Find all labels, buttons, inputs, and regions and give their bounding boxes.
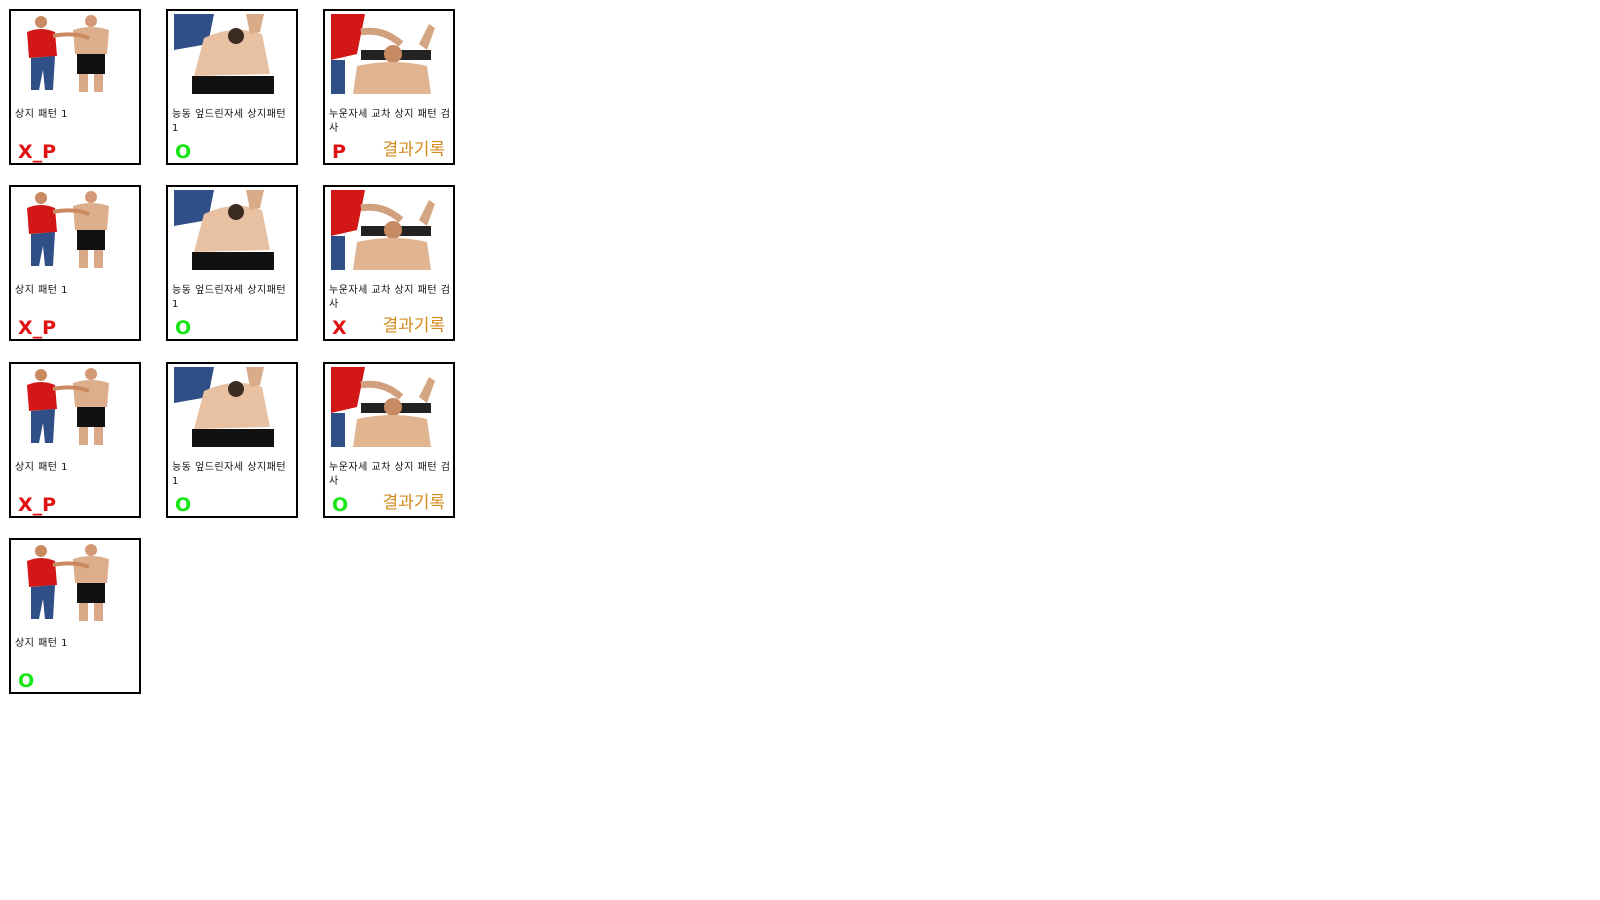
exercise-photo bbox=[17, 543, 135, 623]
exercise-photo bbox=[331, 14, 449, 94]
test-card[interactable]: 능동 엎드린자세 상지패턴 1 O bbox=[166, 9, 298, 165]
test-title: 상지 패턴 1 bbox=[15, 285, 69, 296]
test-card[interactable]: 누운자세 교차 상지 패턴 검사 O 결과기록 bbox=[323, 362, 455, 518]
result-mark: X_P bbox=[18, 141, 57, 163]
test-title: 능동 엎드린자세 상지패턴 1 bbox=[172, 285, 287, 310]
record-result-link[interactable]: 결과기록 bbox=[382, 492, 445, 514]
test-title: 능동 엎드린자세 상지패턴 1 bbox=[172, 109, 287, 134]
result-mark: P bbox=[332, 141, 346, 163]
exercise-photo bbox=[331, 190, 449, 270]
result-mark: O bbox=[175, 141, 192, 163]
exercise-photo bbox=[17, 14, 135, 94]
test-title: 능동 엎드린자세 상지패턴 1 bbox=[172, 462, 287, 487]
result-mark: O bbox=[175, 317, 192, 339]
exercise-photo bbox=[174, 14, 292, 94]
test-title: 상지 패턴 1 bbox=[15, 462, 69, 473]
result-mark: X_P bbox=[18, 317, 57, 339]
exercise-photo bbox=[17, 367, 135, 447]
test-title: 상지 패턴 1 bbox=[15, 638, 69, 649]
test-title: 상지 패턴 1 bbox=[15, 109, 69, 120]
result-mark: O bbox=[175, 494, 192, 516]
test-card[interactable]: 누운자세 교차 상지 패턴 검사 P 결과기록 bbox=[323, 9, 455, 165]
test-card[interactable]: 능동 엎드린자세 상지패턴 1 O bbox=[166, 362, 298, 518]
test-title: 누운자세 교차 상지 패턴 검사 bbox=[329, 462, 451, 487]
result-mark: O bbox=[18, 670, 35, 692]
test-card[interactable]: 누운자세 교차 상지 패턴 검사 X 결과기록 bbox=[323, 185, 455, 341]
test-title: 누운자세 교차 상지 패턴 검사 bbox=[329, 285, 451, 310]
exercise-photo bbox=[174, 190, 292, 270]
test-card[interactable]: 상지 패턴 1 X_P bbox=[9, 185, 141, 341]
exercise-photo bbox=[17, 190, 135, 270]
record-result-link[interactable]: 결과기록 bbox=[382, 315, 445, 337]
test-title: 누운자세 교차 상지 패턴 검사 bbox=[329, 109, 451, 134]
record-result-link[interactable]: 결과기록 bbox=[382, 139, 445, 161]
result-mark: O bbox=[332, 494, 349, 516]
test-card[interactable]: 상지 패턴 1 X_P bbox=[9, 362, 141, 518]
result-mark: X_P bbox=[18, 494, 57, 516]
exercise-photo bbox=[331, 367, 449, 447]
test-card[interactable]: 상지 패턴 1 O bbox=[9, 538, 141, 694]
result-mark: X bbox=[332, 317, 347, 339]
test-card[interactable]: 상지 패턴 1 X_P bbox=[9, 9, 141, 165]
exercise-photo bbox=[174, 367, 292, 447]
test-card[interactable]: 능동 엎드린자세 상지패턴 1 O bbox=[166, 185, 298, 341]
